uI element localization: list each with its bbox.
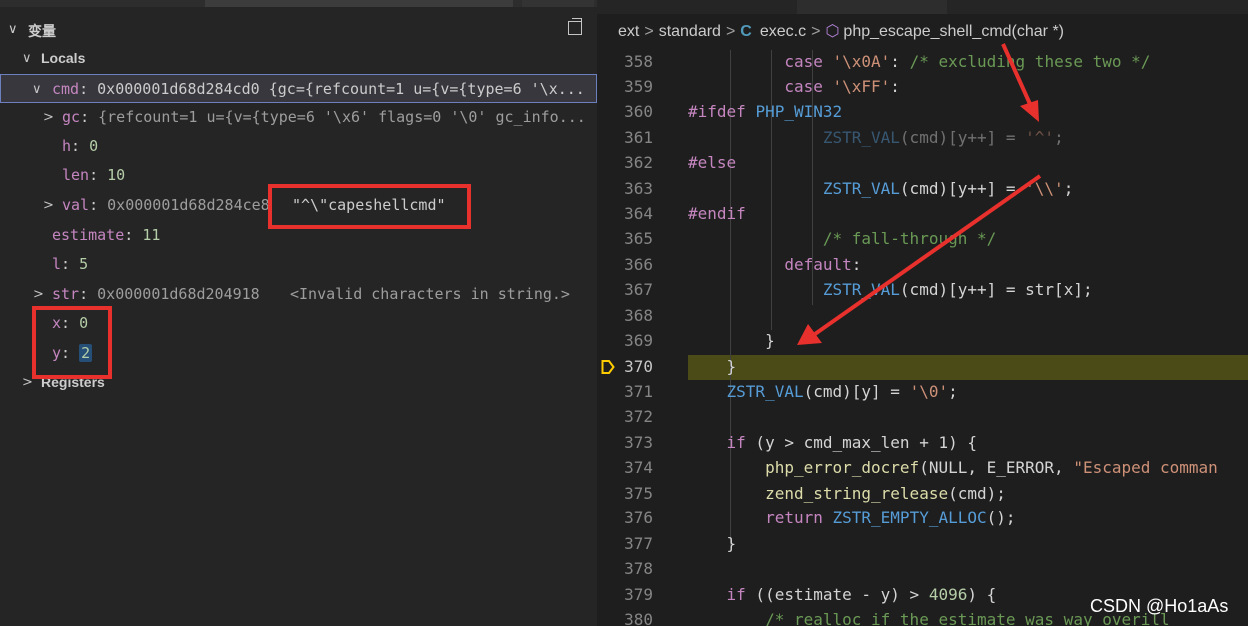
line-number: 369 [624,331,653,350]
variable-name: val [62,196,90,214]
line-number: 376 [624,508,653,527]
code-line[interactable]: if (y > cmd_max_len + 1) { [688,433,977,452]
editor-tab-bar [597,0,1248,14]
variables-header[interactable]: ∨ 变量 [0,17,597,45]
code-line-current[interactable]: } [688,357,737,376]
line-number: 367 [624,280,653,299]
line-number: 378 [624,559,653,578]
variable-row-gc[interactable]: > gc: {refcount=1 u={v={type=6 '\x6' fla… [0,103,597,132]
chevron-down-icon[interactable]: ∨ [22,44,32,73]
line-number: 366 [624,255,653,274]
variable-name: h [62,137,72,155]
locals-scope[interactable]: ∨ Locals [0,44,597,73]
line-number: 375 [624,484,653,503]
variable-value: 10 [107,166,126,184]
line-number: 364 [624,204,653,223]
code-line[interactable]: return ZSTR_EMPTY_ALLOC(); [688,508,1015,527]
variables-panel: ∨ 变量 ∨ Locals ∨ cmd: 0x000001d68d284cd0 … [0,0,597,626]
collapse-all-icon[interactable] [568,18,582,35]
line-number-current: 370 [624,357,653,376]
variable-name: l [52,255,62,273]
line-number: 368 [624,306,653,325]
editor-tab[interactable] [522,0,594,7]
chevron-right-icon[interactable]: > [43,191,54,220]
variable-name: estimate [52,226,125,244]
line-number: 371 [624,382,653,401]
variable-value: 11 [142,226,161,244]
variable-value: 0x000001d68d284cd0 {gc={refcount=1 u={v=… [97,80,585,98]
variable-row-h[interactable]: h: 0 [0,132,597,161]
variable-value: 0 [89,137,99,155]
chevron-right-icon: > [725,23,736,40]
variable-value: 0x000001d68d204918 [97,285,260,303]
breadcrumb-folder[interactable]: standard [659,23,721,40]
editor-tab[interactable] [205,0,513,7]
code-line[interactable]: case '\xFF': [688,77,900,96]
code-line[interactable]: case '\x0A': /* excluding these two */ [688,52,1150,71]
code-line[interactable]: zend_string_release(cmd); [688,484,1006,503]
line-number: 362 [624,153,653,172]
line-number: 377 [624,534,653,553]
c-file-icon: C [740,23,752,40]
chevron-right-icon: > [811,23,821,40]
code-line[interactable]: #endif [688,204,746,223]
variable-row-str[interactable]: > str: 0x000001d68d204918 <Invalid chara… [0,280,597,309]
line-number: 358 [624,52,653,71]
breadcrumb-file[interactable]: exec.c [760,23,806,40]
chevron-right-icon[interactable]: > [43,103,54,132]
cube-icon: ⬡ [825,23,840,40]
chevron-down-icon[interactable]: ∨ [32,75,42,102]
code-line[interactable]: default: [688,255,861,274]
chevron-down-icon[interactable]: ∨ [8,21,18,37]
chevron-right-icon[interactable]: > [33,280,44,309]
variable-row-l[interactable]: l: 5 [0,250,597,279]
code-line[interactable]: ZSTR_VAL(cmd)[y++] = str[x]; [688,280,1093,299]
line-number: 359 [624,77,653,96]
code-line[interactable]: php_error_docref(NULL, E_ERROR, "Escaped… [688,458,1218,477]
current-line-highlight [688,355,1248,380]
variable-note: <Invalid characters in string.> [290,285,570,303]
variable-name: len [62,166,90,184]
variable-value: 0x000001d68d284ce8 [107,196,270,214]
code-line-inactive[interactable]: ZSTR_VAL(cmd)[y++] = '^'; [688,128,1064,147]
code-line[interactable]: ZSTR_VAL(cmd)[y] = '\0'; [688,382,958,401]
panel-title: 变量 [28,23,56,39]
code-line[interactable]: if ((estimate - y) > 4096) { [688,585,997,604]
watermark: CSDN @Ho1aAs [1090,596,1229,616]
line-number: 379 [624,585,653,604]
editor-tab[interactable] [797,0,947,14]
breadcrumb: ext > standard > Cexec.c > ⬡ php_escape_shell_c… [618,20,1064,44]
line-number: 361 [624,128,653,147]
variable-row-cmd[interactable]: ∨ cmd: 0x000001d68d284cd0 {gc={refcount=… [0,74,597,103]
code-line[interactable]: #ifdef PHP_WIN32 [688,102,842,121]
breadcrumb-folder[interactable]: ext [618,23,639,40]
chevron-right-icon: > [644,23,654,40]
left-tab-bar [0,0,597,7]
code-editor[interactable]: ext > standard > Cexec.c > ⬡ php_escape_shell_c… [597,0,1248,626]
line-number: 372 [624,407,653,426]
breadcrumb-symbol[interactable]: php_escape_shell_cmd(char *) [843,23,1064,40]
annotation-box-xy [32,306,112,379]
code-line[interactable]: } [688,331,775,350]
line-number: 365 [624,229,653,248]
line-number: 373 [624,433,653,452]
code-line[interactable]: /* fall-through */ [688,229,996,248]
variable-value: 5 [79,255,89,273]
line-number: 374 [624,458,653,477]
code-line[interactable]: } [688,534,737,553]
variable-name: str [52,285,80,303]
variable-name: gc [62,108,81,126]
variable-name: cmd [52,80,80,98]
locals-label: Locals [41,50,86,66]
code-line[interactable]: #else [688,153,736,172]
annotation-box-val [268,184,471,229]
line-number: 360 [624,102,653,121]
line-number: 380 [624,610,653,626]
code-line[interactable]: ZSTR_VAL(cmd)[y++] = '\\'; [688,179,1073,198]
variable-value: {refcount=1 u={v={type=6 '\x6' flags=0 '… [98,108,586,126]
line-number: 363 [624,179,653,198]
